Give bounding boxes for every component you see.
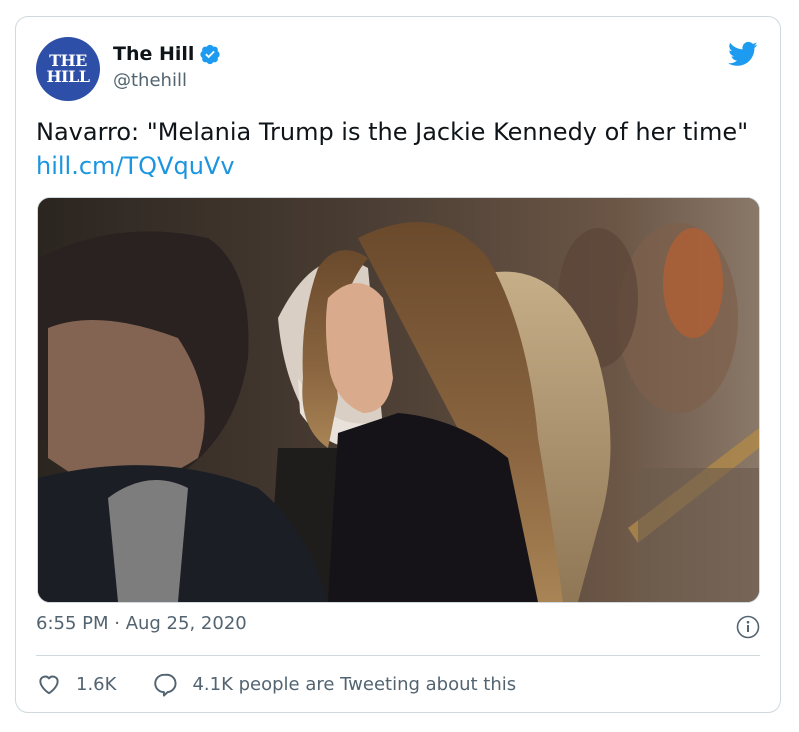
like-count: 1.6K [76, 673, 117, 695]
tweet-text: Navarro: "Melania Trump is the Jackie Ke… [36, 115, 760, 183]
tweeting-about-label: 4.1K people are Tweeting about this [192, 673, 517, 695]
tweeting-about-button[interactable]: 4.1K people are Tweeting about this [152, 671, 516, 697]
speech-bubble-icon [154, 673, 177, 697]
twitter-bird-icon[interactable] [726, 39, 760, 69]
heart-icon [39, 675, 59, 695]
tweet-actions: 1.6K 4.1K people are Tweeting about this [36, 669, 516, 699]
tweet-card: THE HILL The Hill @thehill Navarro: "Mel… [15, 16, 781, 713]
photo-illustration [38, 198, 759, 602]
avatar[interactable]: THE HILL [36, 37, 100, 101]
tweet-photo[interactable] [37, 197, 760, 603]
tweet-link[interactable]: hill.cm/TQVquVv [36, 152, 235, 180]
like-button[interactable]: 1.6K [36, 671, 116, 697]
tweet-timestamp[interactable]: 6:55 PM · Aug 25, 2020 [36, 613, 247, 634]
author-handle[interactable]: @thehill [113, 70, 221, 91]
author-name[interactable]: The Hill [113, 43, 194, 65]
author-block: The Hill @thehill [113, 41, 221, 91]
avatar-line-2: HILL [46, 67, 90, 86]
tweet-header: THE HILL The Hill @thehill [36, 35, 760, 105]
divider [36, 655, 760, 656]
info-icon[interactable] [736, 615, 760, 639]
verified-badge-icon [199, 43, 221, 65]
tweet-body: Navarro: "Melania Trump is the Jackie Ke… [36, 118, 749, 146]
